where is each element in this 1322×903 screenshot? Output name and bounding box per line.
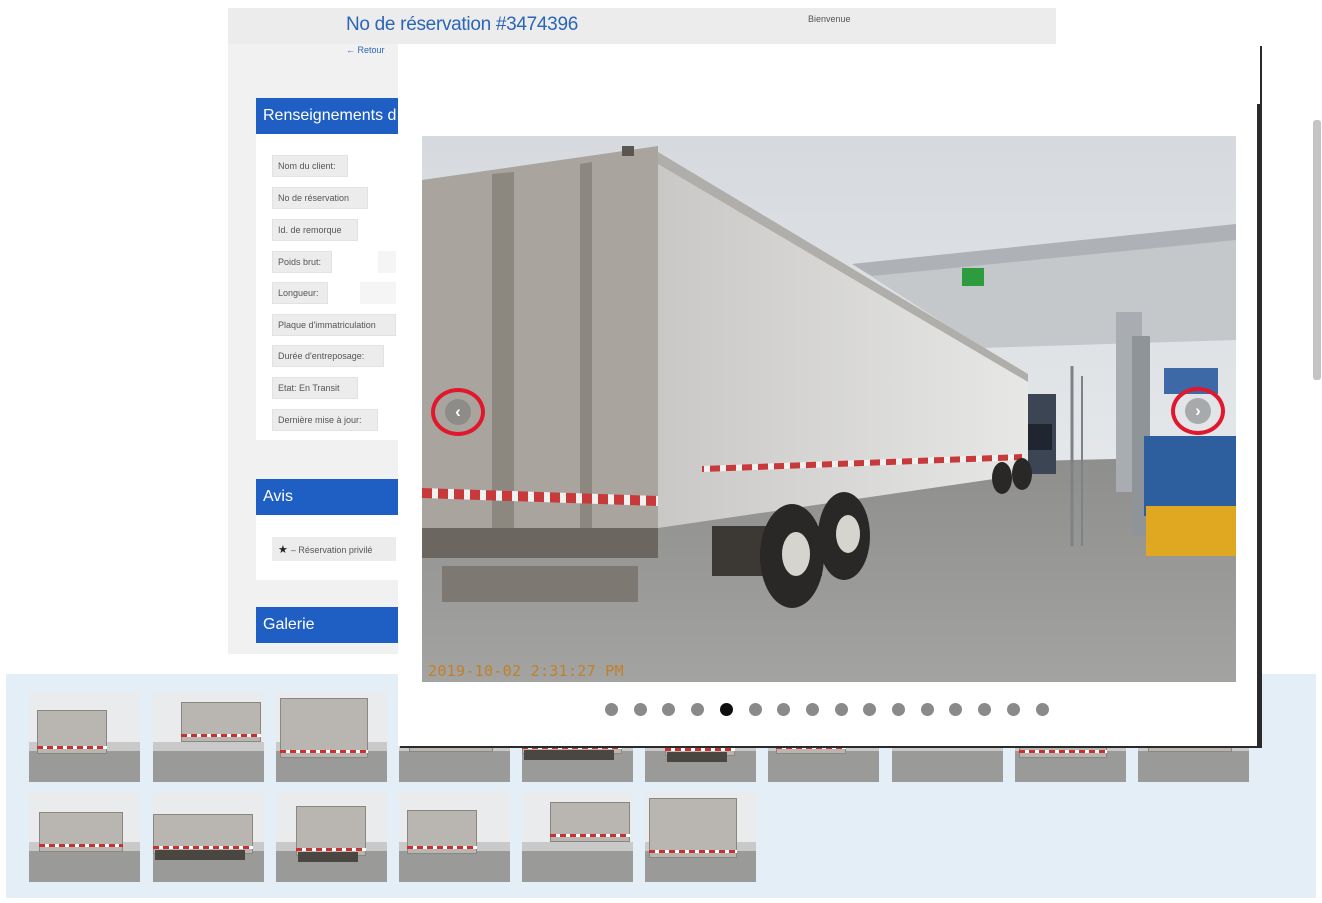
next-slide-button[interactable]: › xyxy=(1171,387,1225,435)
page-scrollbar[interactable] xyxy=(1313,120,1321,380)
slide-dot[interactable] xyxy=(633,703,647,716)
lightbox-photo xyxy=(422,136,1236,682)
gallery-thumbnail[interactable] xyxy=(399,792,510,882)
chevron-left-icon: ‹ xyxy=(445,399,471,425)
slide-dot[interactable] xyxy=(892,703,905,716)
slide-dot[interactable] xyxy=(1035,703,1049,716)
section-header-gallery: Galerie xyxy=(256,607,416,643)
info-label-reservation-no: No de réservation xyxy=(272,187,368,209)
info-label-length: Longueur: xyxy=(272,282,328,304)
info-label-gross-weight: Poids brut: xyxy=(272,251,332,273)
gallery-thumbnail[interactable] xyxy=(153,692,264,782)
info-label-trailer-id: Id. de remorque xyxy=(272,219,358,241)
photo-timestamp: 2019-10-02 2:31:27 PM xyxy=(428,662,624,680)
slide-dot[interactable] xyxy=(719,703,733,716)
review-text: – Réservation privilé xyxy=(290,545,373,555)
section-header-info: Renseignements d xyxy=(256,98,416,134)
slide-dot[interactable] xyxy=(978,703,992,716)
info-label-last-update: Dernière mise à jour: xyxy=(272,409,378,431)
slide-dot[interactable] xyxy=(691,703,705,716)
gallery-thumbnail[interactable] xyxy=(645,792,756,882)
gallery-thumbnail[interactable] xyxy=(276,692,387,782)
slide-dot[interactable] xyxy=(920,703,934,716)
section-header-reviews: Avis xyxy=(256,479,416,515)
gallery-thumbnail[interactable] xyxy=(29,692,140,782)
page-title: No de réservation #3474396 xyxy=(346,14,578,35)
chevron-right-icon: › xyxy=(1185,398,1211,424)
info-value-gross-weight xyxy=(378,251,396,273)
page-root: No de réservation #3474396 ← Retour Bien… xyxy=(0,0,1322,903)
slide-dot[interactable] xyxy=(605,703,618,716)
review-item: ★ – Réservation privilé xyxy=(272,537,396,561)
info-label-client-name: Nom du client: xyxy=(272,155,348,177)
previous-slide-button[interactable]: ‹ xyxy=(431,388,485,436)
lightbox-shadow-edge xyxy=(1257,104,1260,746)
gallery-thumbnail[interactable] xyxy=(276,792,387,882)
slide-dot[interactable] xyxy=(834,703,848,716)
gallery-thumbnail[interactable] xyxy=(29,792,140,882)
back-link[interactable]: ← Retour xyxy=(346,45,385,55)
info-value-length xyxy=(360,282,396,304)
info-label-license-plate: Plaque d'immatriculation xyxy=(272,314,396,336)
star-icon: ★ xyxy=(278,544,288,556)
slide-dot[interactable] xyxy=(748,703,762,716)
gallery-thumbnail[interactable] xyxy=(522,792,633,882)
slide-dot[interactable] xyxy=(805,703,819,716)
info-label-status: Etat: En Transit xyxy=(272,377,358,399)
slide-dot[interactable] xyxy=(1006,703,1020,716)
welcome-text: Bienvenue xyxy=(808,14,851,24)
trailer-photo-graphic xyxy=(422,136,1236,682)
info-label-storage-duration: Durée d'entreposage: xyxy=(272,345,384,367)
gallery-thumbnail[interactable] xyxy=(153,792,264,882)
